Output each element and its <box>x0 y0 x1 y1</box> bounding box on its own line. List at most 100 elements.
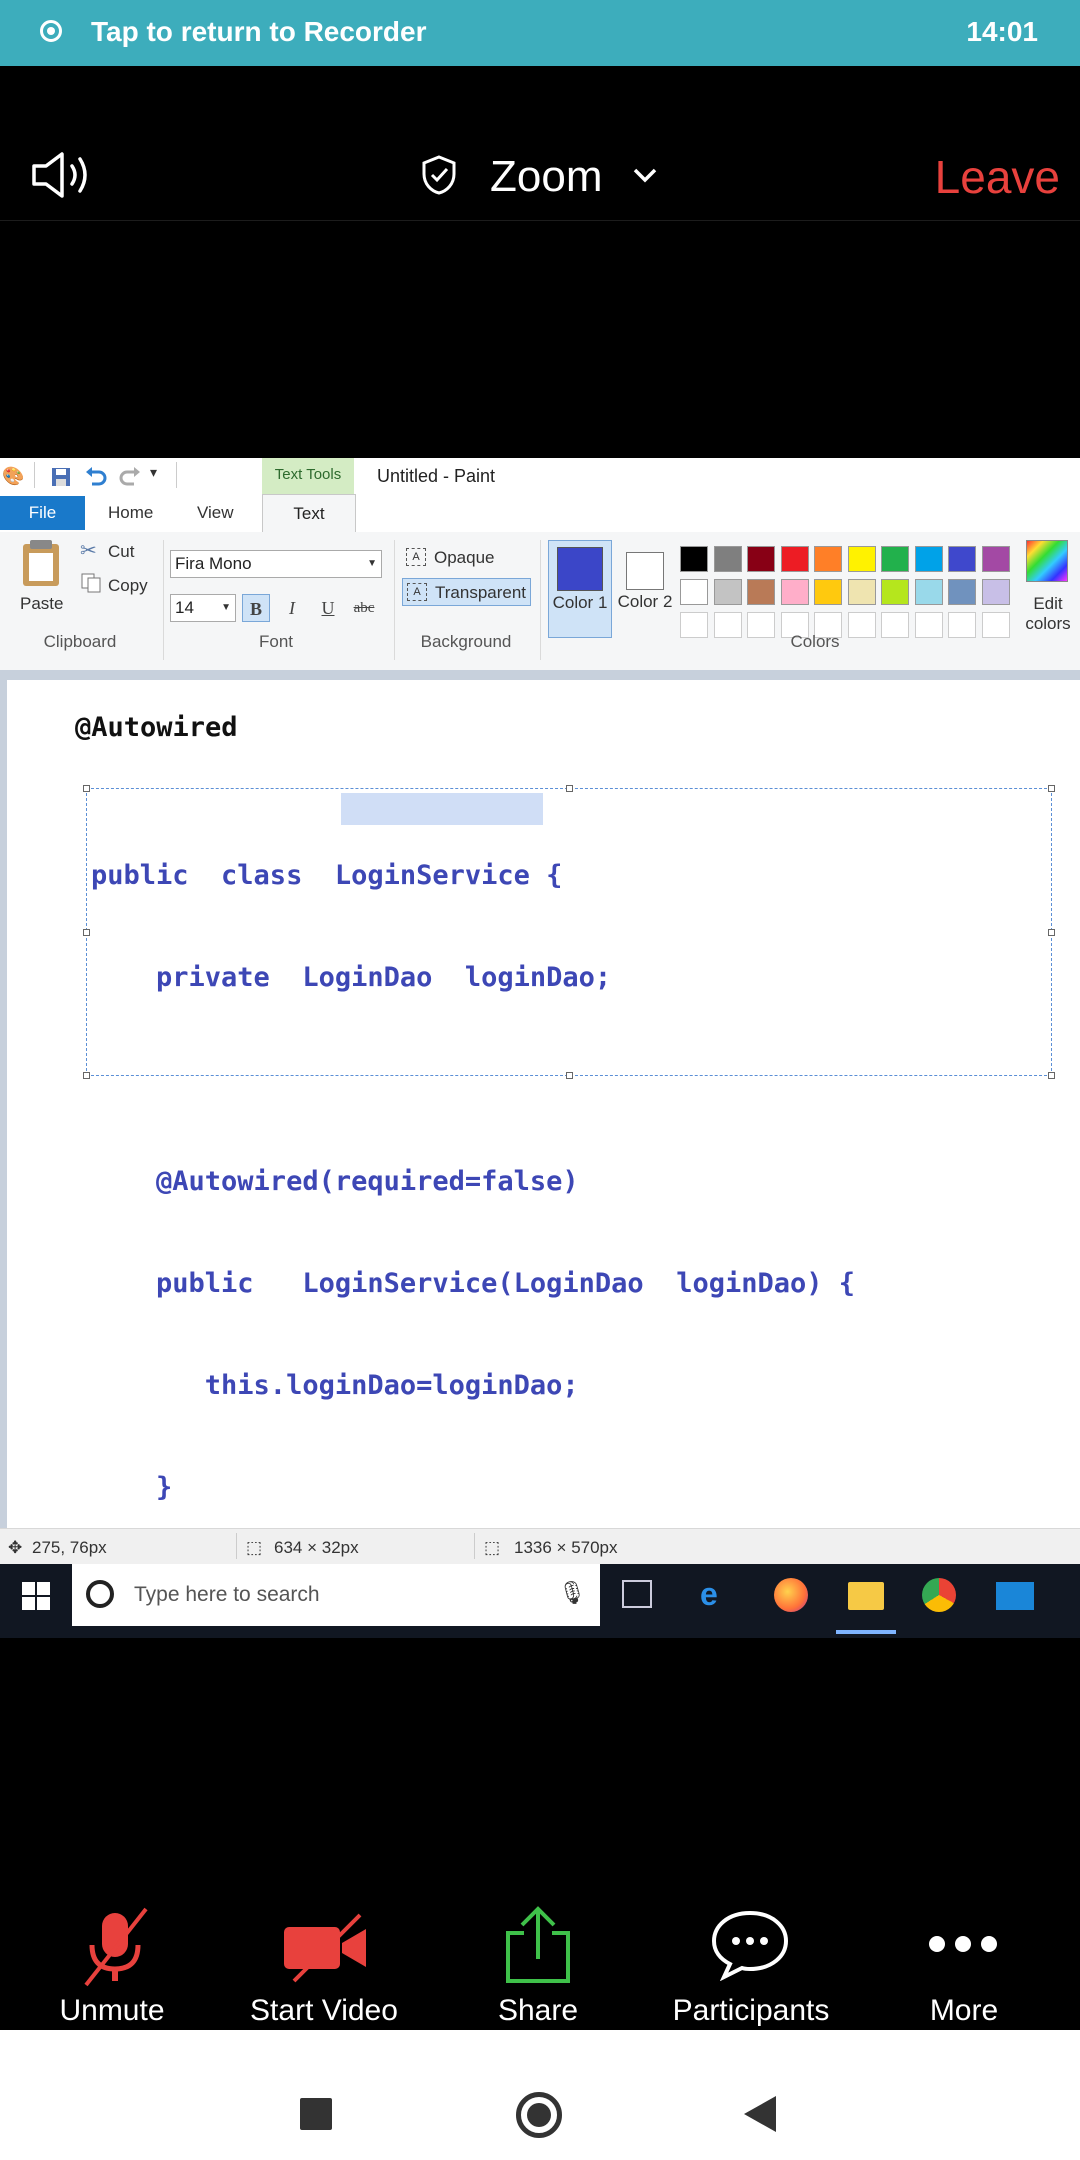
palette-swatch[interactable] <box>948 579 976 605</box>
color1-button[interactable]: Color 1 <box>548 540 612 638</box>
palette-swatch[interactable] <box>981 546 1010 572</box>
ribbon-tabs <box>0 496 1080 534</box>
resize-handle[interactable] <box>1048 785 1055 792</box>
shield-icon[interactable] <box>420 154 458 196</box>
transparent-option[interactable]: A Transparent <box>402 578 532 606</box>
save-icon[interactable] <box>50 466 72 488</box>
more-dots-icon[interactable] <box>928 1935 998 1953</box>
paint-canvas[interactable]: @Autowired public class LoginService { p… <box>7 680 1080 1605</box>
palette-swatch[interactable] <box>881 546 909 572</box>
recents-icon[interactable] <box>300 2098 332 2130</box>
resize-handle[interactable] <box>83 785 90 792</box>
palette-swatch[interactable] <box>713 579 742 605</box>
resize-handle[interactable] <box>83 929 90 936</box>
palette-swatch[interactable] <box>713 546 742 572</box>
home-icon-inner <box>527 2103 551 2127</box>
palette-swatch[interactable] <box>780 546 809 572</box>
shared-screen: 🎨 ▾ Text Tools Untitled - Paint File Hom… <box>0 458 1080 1638</box>
taskbar-search[interactable]: Type here to search 🎙 <box>72 1564 600 1626</box>
chevron-down-icon[interactable] <box>632 166 658 184</box>
paint-app-icon[interactable]: 🎨 <box>2 466 24 487</box>
return-to-recorder-banner[interactable]: Tap to return to Recorder 14:01 <box>0 0 1080 66</box>
ribbon: Paste ✂ Cut Copy Clipboard Fira Mono ▼ 1… <box>0 532 1080 671</box>
color2-button[interactable]: Color 2 <box>616 540 678 638</box>
cut-button[interactable]: Cut <box>108 542 134 562</box>
copy-button[interactable]: Copy <box>108 576 148 596</box>
copy-icon[interactable] <box>80 572 102 594</box>
active-indicator <box>836 1630 896 1634</box>
android-nav-bar <box>0 2030 1080 2160</box>
palette-swatch[interactable] <box>914 546 943 572</box>
palette-swatch[interactable] <box>948 546 976 572</box>
more-button[interactable]: More <box>864 1994 1064 2028</box>
task-view-icon[interactable] <box>622 1580 652 1608</box>
tab-text[interactable]: Text <box>262 494 356 533</box>
palette-swatch[interactable] <box>814 546 842 572</box>
redo-icon[interactable] <box>118 466 142 488</box>
palette-swatch[interactable] <box>914 579 943 605</box>
home-icon[interactable] <box>516 2092 562 2138</box>
speaker-icon[interactable] <box>30 150 96 200</box>
muted-microphone-icon[interactable] <box>80 1907 150 1989</box>
strikethrough-button[interactable]: abc <box>350 594 378 622</box>
tab-view[interactable]: View <box>197 496 234 530</box>
participants-button[interactable]: Participants <box>651 1994 851 2028</box>
leave-button[interactable]: Leave <box>935 150 1060 204</box>
video-off-icon[interactable] <box>280 1913 370 1983</box>
palette-swatch[interactable] <box>814 579 842 605</box>
file-explorer-icon[interactable] <box>848 1582 884 1610</box>
firefox-icon[interactable] <box>774 1578 808 1612</box>
quick-access-toolbar: 🎨 ▾ Text Tools Untitled - Paint <box>0 458 1080 496</box>
underline-button[interactable]: U <box>314 594 342 622</box>
palette-swatch[interactable] <box>981 579 1010 605</box>
participants-chat-icon[interactable] <box>710 1909 790 1981</box>
palette-swatch[interactable] <box>847 546 876 572</box>
unmute-button[interactable]: Unmute <box>12 1994 212 2028</box>
empty-palette-swatch[interactable] <box>948 612 976 638</box>
customize-qat-icon[interactable]: ▾ <box>150 464 157 481</box>
opaque-option[interactable]: A Opaque <box>402 544 499 572</box>
color1-swatch <box>557 547 603 591</box>
share-icon[interactable] <box>500 1903 576 1985</box>
empty-palette-swatch[interactable] <box>981 612 1010 638</box>
cut-icon[interactable]: ✂ <box>80 538 97 563</box>
back-icon[interactable] <box>742 2094 778 2134</box>
paste-button[interactable]: Paste <box>20 594 63 614</box>
mail-icon[interactable] <box>996 1582 1034 1610</box>
palette-swatch[interactable] <box>747 546 775 572</box>
palette-swatch[interactable] <box>780 579 809 605</box>
clipboard-group-label: Clipboard <box>43 632 117 651</box>
meeting-title[interactable]: Zoom <box>490 152 602 202</box>
clock: 14:01 <box>966 16 1038 47</box>
windows-start-icon[interactable] <box>22 1582 50 1610</box>
edit-colors-button[interactable]: Edit colors <box>1020 594 1076 634</box>
rainbow-icon <box>1026 540 1068 582</box>
transparent-label: Transparent <box>435 583 527 602</box>
bold-button[interactable]: B <box>242 594 270 622</box>
palette-swatch[interactable] <box>680 579 708 605</box>
italic-button[interactable]: I <box>278 594 306 622</box>
palette-swatch[interactable] <box>680 546 708 572</box>
font-family-select[interactable]: Fira Mono ▼ <box>170 550 382 578</box>
start-video-button[interactable]: Start Video <box>224 1994 424 2028</box>
paste-icon[interactable] <box>20 538 62 588</box>
text-selection-box[interactable]: public class LoginService { private Logi… <box>83 785 1055 1605</box>
tab-file[interactable]: File <box>0 496 85 530</box>
banner-text: Tap to return to Recorder <box>91 16 427 47</box>
resize-handle[interactable] <box>83 1072 90 1079</box>
palette-swatch[interactable] <box>747 579 775 605</box>
share-button[interactable]: Share <box>438 1994 638 2028</box>
code-line: this.loginDao=loginDao; <box>91 1370 579 1401</box>
palette-swatch[interactable] <box>881 579 909 605</box>
font-size-select[interactable]: 14 ▼ <box>170 594 236 622</box>
resize-handle[interactable] <box>1048 929 1055 936</box>
tab-home[interactable]: Home <box>108 496 153 530</box>
palette-swatch[interactable] <box>847 579 876 605</box>
cortana-icon <box>86 1580 114 1608</box>
undo-icon[interactable] <box>84 466 108 488</box>
resize-handle[interactable] <box>1048 1072 1055 1079</box>
chrome-icon[interactable] <box>922 1578 956 1612</box>
edge-icon[interactable]: e <box>700 1576 718 1613</box>
microphone-icon[interactable]: 🎙 <box>558 1580 586 1606</box>
windows-taskbar: Type here to search 🎙 e <box>0 1564 1080 1638</box>
